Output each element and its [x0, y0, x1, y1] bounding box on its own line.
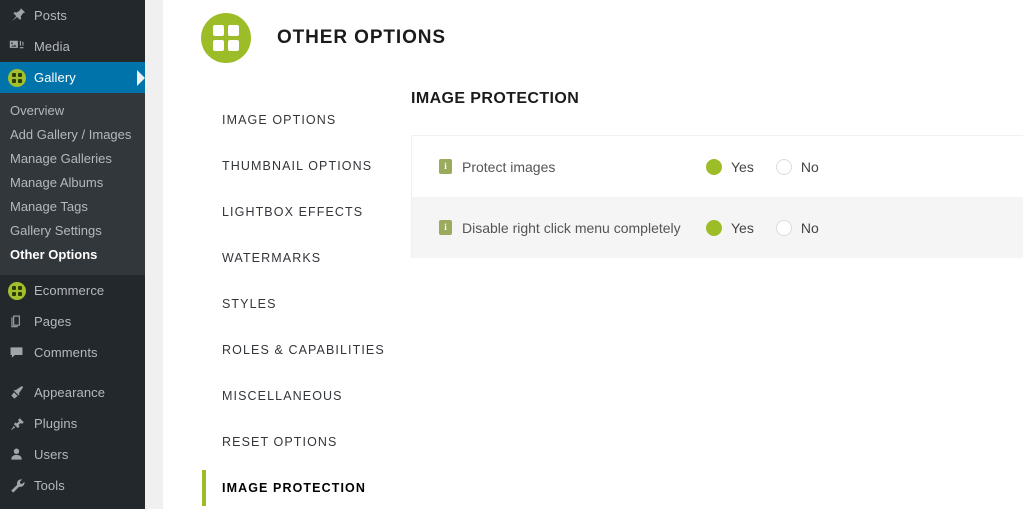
four-squares-grid-icon — [201, 12, 251, 63]
submenu-item-other-options[interactable]: Other Options — [0, 243, 145, 267]
option-controls: Yes No — [706, 219, 841, 236]
tab-label: THUMBNAIL OPTIONS — [222, 159, 373, 173]
radio-protect-images-no[interactable]: No — [775, 158, 819, 175]
pages-icon — [8, 312, 34, 332]
tab-miscellaneous[interactable]: MISCELLANEOUS — [163, 373, 389, 419]
tab-watermarks[interactable]: WATERMARKS — [163, 235, 389, 281]
submenu-item-manage-galleries[interactable]: Manage Galleries — [0, 147, 145, 171]
radio-label: Yes — [731, 158, 754, 175]
tab-reset-options[interactable]: RESET OPTIONS — [163, 419, 389, 465]
tab-lightbox-effects[interactable]: LIGHTBOX EFFECTS — [163, 189, 389, 235]
submenu-item-overview[interactable]: Overview — [0, 99, 145, 123]
radio-dot-icon[interactable] — [775, 158, 792, 175]
plugins-plug-icon — [8, 414, 34, 434]
tab-label: LIGHTBOX EFFECTS — [222, 205, 364, 219]
sidebar-item-label: Plugins — [34, 415, 78, 431]
admin-sidebar: Posts Media Gallery Overview Add Gallery… — [0, 0, 145, 509]
tab-label: IMAGE OPTIONS — [222, 113, 337, 127]
options-tab-list: IMAGE OPTIONS THUMBNAIL OPTIONS LIGHTBOX… — [163, 68, 389, 509]
page-header: OTHER OPTIONS — [163, 0, 1023, 68]
tab-image-options[interactable]: IMAGE OPTIONS — [163, 97, 389, 143]
sidebar-separator — [0, 368, 145, 377]
sidebar-item-label: Comments — [34, 344, 98, 360]
tab-label: WATERMARKS — [222, 251, 322, 265]
section-title: IMAGE PROTECTION — [411, 90, 580, 107]
appearance-brush-icon — [8, 383, 34, 403]
tab-thumbnail-options[interactable]: THUMBNAIL OPTIONS — [163, 143, 389, 189]
sidebar-item-appearance[interactable]: Appearance — [0, 377, 145, 408]
table-row: i Protect images Yes No — [412, 136, 1023, 197]
option-label: Disable right click menu completely — [462, 219, 681, 236]
gallery-submenu: Overview Add Gallery / Images Manage Gal… — [0, 93, 145, 275]
users-icon — [8, 445, 34, 465]
sidebar-item-pages[interactable]: Pages — [0, 306, 145, 337]
submenu-item-add-gallery-images[interactable]: Add Gallery / Images — [0, 123, 145, 147]
ecommerce-grid-icon — [8, 281, 34, 301]
tab-label: MISCELLANEOUS — [222, 389, 343, 403]
gallery-badge — [8, 68, 26, 87]
sidebar-item-tools[interactable]: Tools — [0, 470, 145, 501]
option-label-cell: i Protect images — [412, 159, 706, 175]
sidebar-item-label: Gallery — [34, 69, 76, 85]
sidebar-item-label: Pages — [34, 313, 72, 329]
tab-styles[interactable]: STYLES — [163, 281, 389, 327]
radio-label: No — [800, 158, 819, 175]
radio-label: Yes — [731, 219, 754, 236]
sidebar-item-posts[interactable]: Posts — [0, 0, 145, 31]
radio-dot-icon[interactable] — [775, 219, 792, 236]
page-title: OTHER OPTIONS — [277, 26, 446, 48]
info-icon[interactable]: i — [439, 220, 452, 235]
submenu-item-manage-tags[interactable]: Manage Tags — [0, 195, 145, 219]
comments-icon — [8, 343, 34, 363]
sidebar-item-gallery[interactable]: Gallery — [0, 62, 145, 93]
tab-label: RESET OPTIONS — [222, 435, 338, 449]
tab-image-protection[interactable]: IMAGE PROTECTION — [163, 465, 389, 509]
sidebar-item-label: Posts — [34, 7, 68, 23]
sidebar-item-label: Media — [34, 38, 70, 54]
tab-roles-and-capabilities[interactable]: ROLES & CAPABILITIES — [163, 327, 389, 373]
options-table: i Protect images Yes No i Disable right … — [411, 135, 1023, 258]
radio-protect-images-yes[interactable]: Yes — [706, 158, 754, 175]
option-label-cell: i Disable right click menu completely — [412, 220, 706, 236]
sidebar-item-label: Users — [34, 446, 69, 462]
admin-page: Posts Media Gallery Overview Add Gallery… — [0, 0, 1023, 509]
sidebar-item-label: Appearance — [34, 384, 106, 400]
sidebar-item-comments[interactable]: Comments — [0, 337, 145, 368]
radio-disable-right-click-no[interactable]: No — [775, 219, 819, 236]
info-icon[interactable]: i — [439, 159, 452, 174]
table-row: i Disable right click menu completely Ye… — [412, 197, 1023, 258]
tools-wrench-icon — [8, 476, 34, 496]
radio-dot-checked-icon[interactable] — [706, 219, 722, 236]
sidebar-item-media[interactable]: Media — [0, 31, 145, 62]
sidebar-item-label: Ecommerce — [34, 282, 105, 298]
radio-disable-right-click-yes[interactable]: Yes — [706, 219, 754, 236]
tab-label: ROLES & CAPABILITIES — [222, 343, 385, 357]
gallery-grid-icon — [8, 68, 34, 88]
radio-label: No — [800, 219, 819, 236]
sidebar-item-ecommerce[interactable]: Ecommerce — [0, 275, 145, 306]
submenu-item-manage-albums[interactable]: Manage Albums — [0, 171, 145, 195]
option-label: Protect images — [462, 158, 556, 175]
radio-dot-checked-icon[interactable] — [706, 158, 722, 175]
pin-icon — [8, 6, 34, 26]
media-icon — [8, 37, 34, 57]
ecommerce-badge — [8, 281, 26, 300]
options-panel: IMAGE OPTIONS THUMBNAIL OPTIONS LIGHTBOX… — [163, 68, 1023, 509]
main-content: OTHER OPTIONS IMAGE OPTIONS THUMBNAIL OP… — [163, 0, 1023, 509]
settings-pane: IMAGE PROTECTION i Protect images Yes No… — [389, 68, 1023, 258]
sidebar-item-label: Tools — [34, 477, 65, 493]
tab-label: IMAGE PROTECTION — [222, 481, 366, 495]
option-controls: Yes No — [706, 158, 841, 175]
tab-label: STYLES — [222, 297, 277, 311]
sidebar-item-users[interactable]: Users — [0, 439, 145, 470]
sidebar-item-plugins[interactable]: Plugins — [0, 408, 145, 439]
submenu-item-gallery-settings[interactable]: Gallery Settings — [0, 219, 145, 243]
